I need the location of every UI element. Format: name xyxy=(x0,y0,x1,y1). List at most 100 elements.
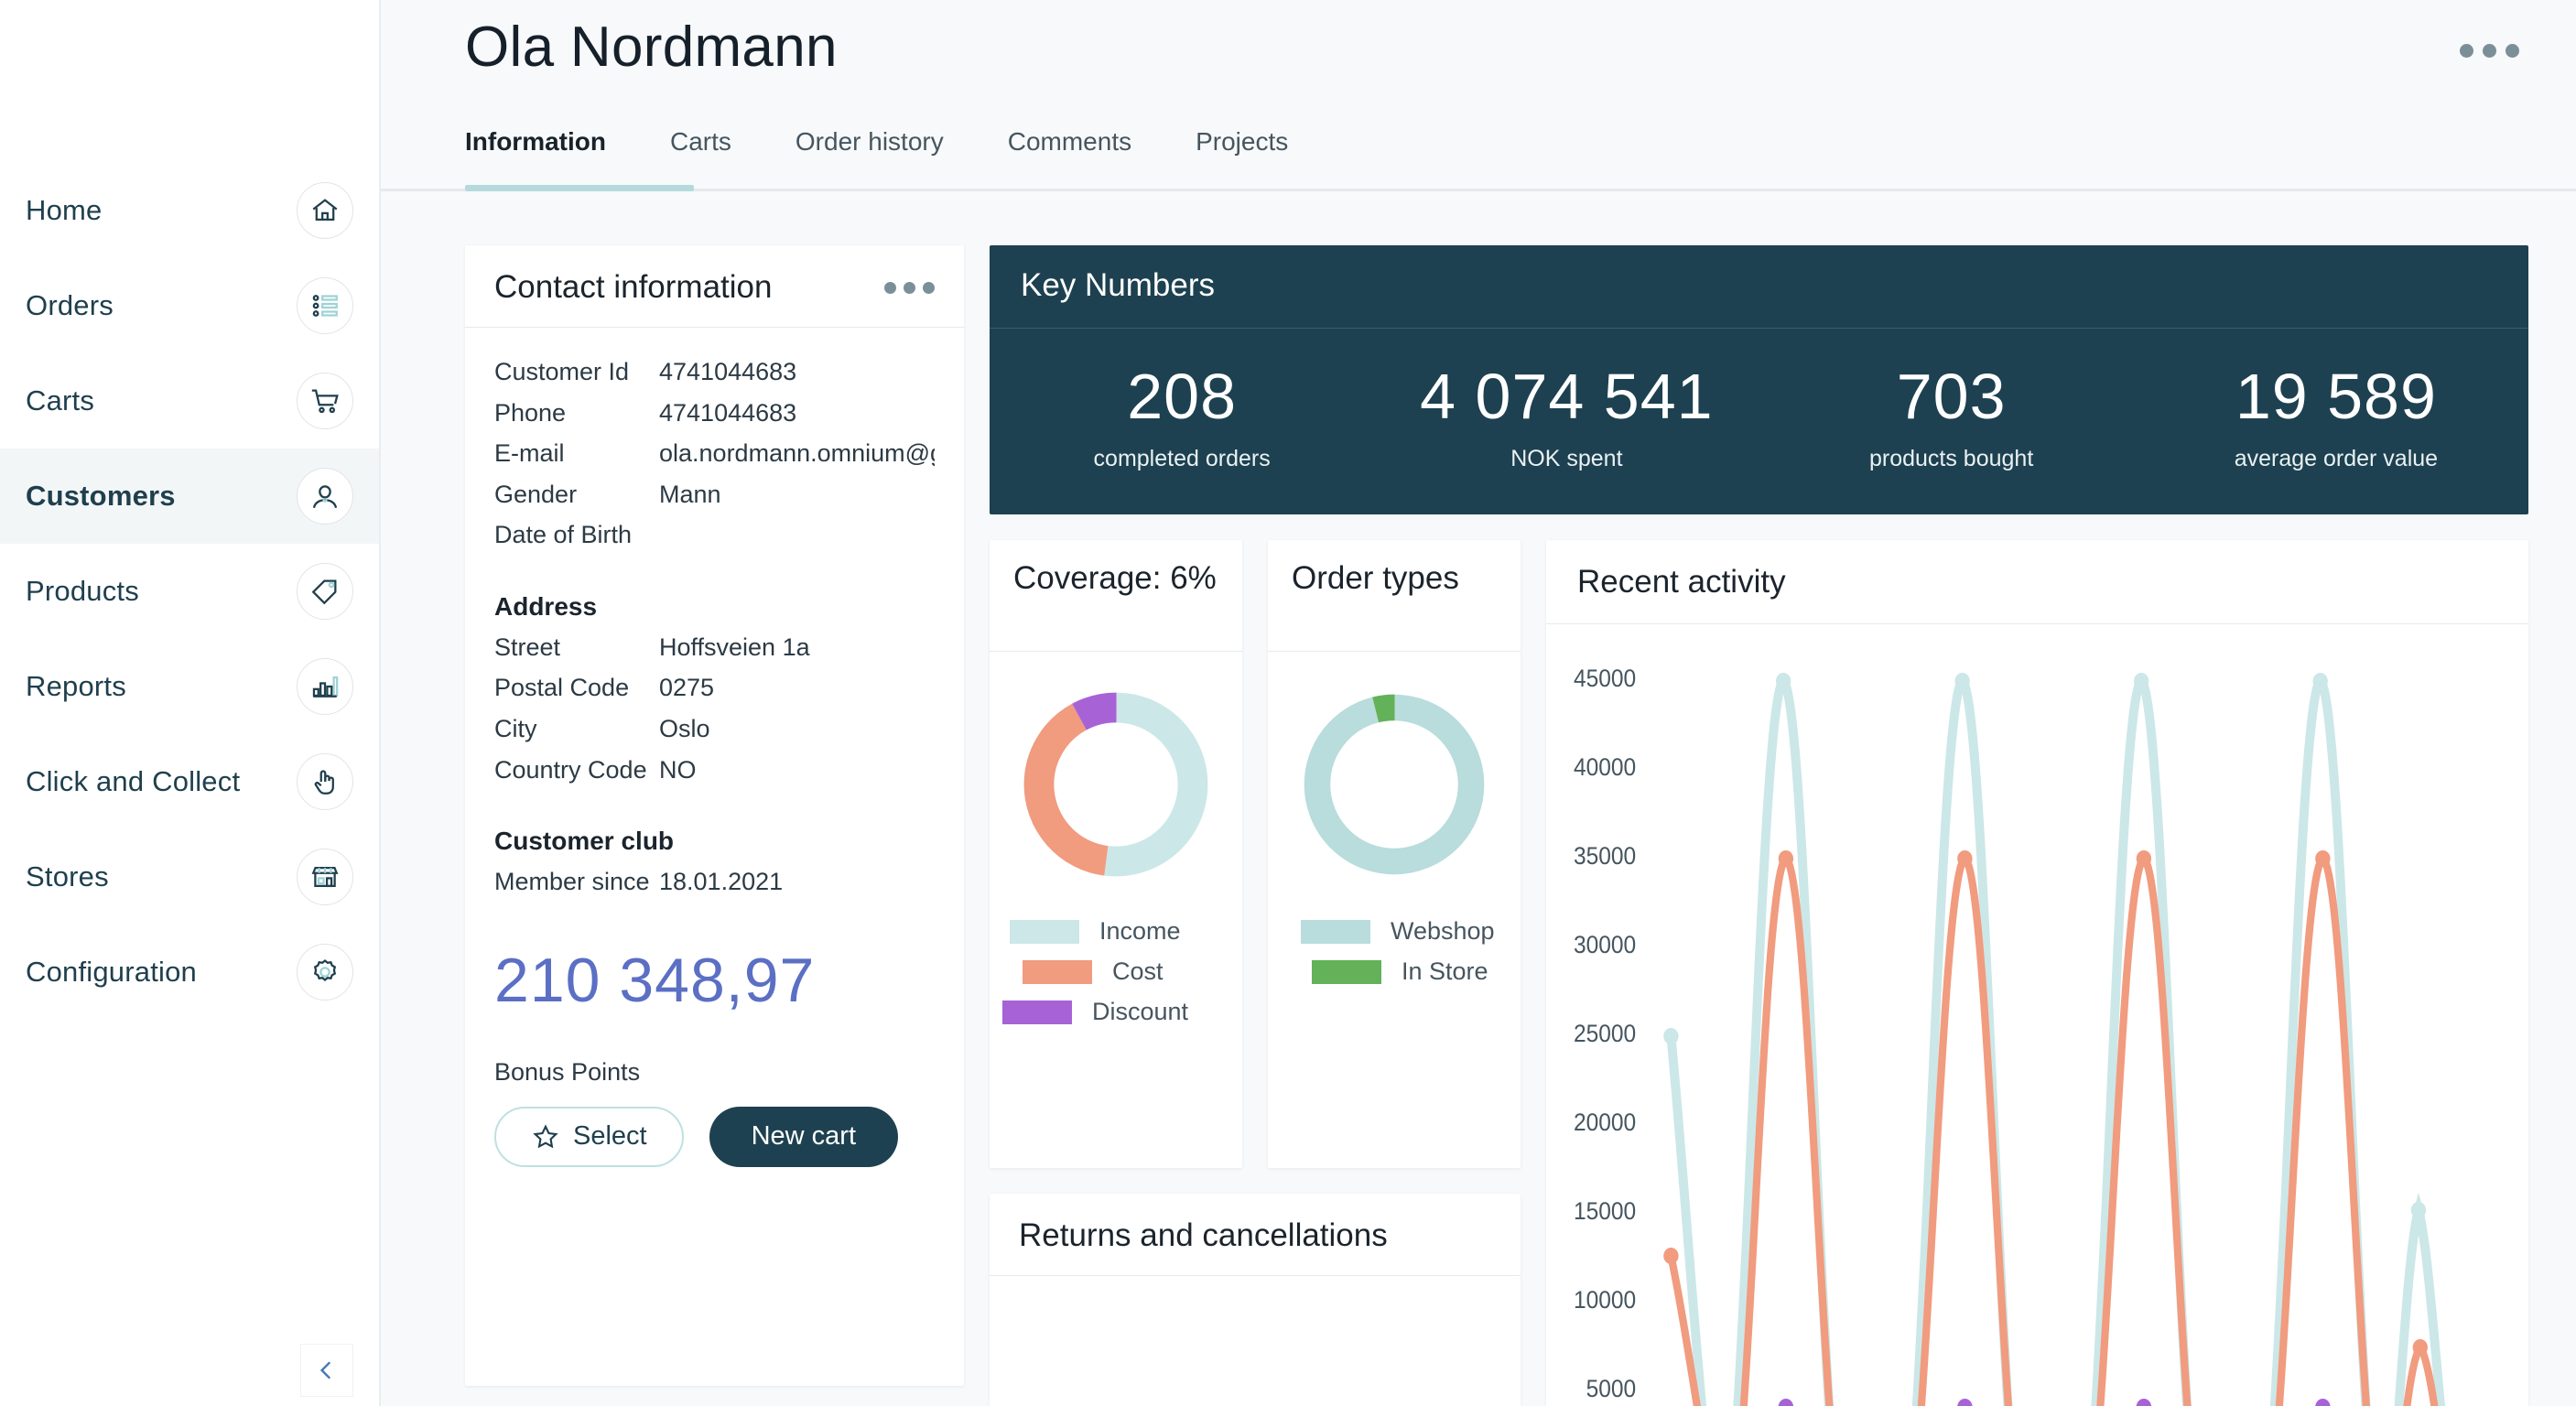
tab-comments[interactable]: Comments xyxy=(1008,118,1164,191)
legend-item-cost: Cost xyxy=(1010,957,1242,986)
sidebar-item-label: Carts xyxy=(26,384,95,416)
bonus-points-label: Bonus Points xyxy=(494,1057,641,1086)
legend-swatch xyxy=(1301,919,1370,944)
key-number-value: 703 xyxy=(1896,361,2007,432)
key-number-item: 19 589 average order value xyxy=(2144,360,2528,472)
ellipsis-icon xyxy=(2506,44,2519,58)
svg-text:20000: 20000 xyxy=(1574,1109,1636,1136)
contact-information-card: Contact information Customer Id 47410446… xyxy=(465,245,964,1386)
address-field-row: Country Code NO xyxy=(494,750,935,791)
field-label: Postal Code xyxy=(494,674,630,702)
tab-information[interactable]: Information xyxy=(465,118,639,191)
sidebar-item-carts[interactable]: Carts xyxy=(0,353,379,449)
order-types-card-header: Order types xyxy=(1268,540,1521,652)
tab-carts[interactable]: Carts xyxy=(670,118,764,191)
lower-dashboard-row: Coverage: 6% Income Cost Discount Order … xyxy=(990,540,2528,1406)
new-cart-button[interactable]: New cart xyxy=(709,1106,899,1167)
coverage-card-title: Coverage: 6% xyxy=(1013,560,1217,596)
field-value: 0275 xyxy=(659,674,715,702)
key-numbers-panel: Key Numbers 208 completed orders 4 074 5… xyxy=(990,245,2528,514)
sidebar-item-label: Stores xyxy=(26,860,109,892)
sidebar-item-home[interactable]: Home xyxy=(0,163,379,258)
sidebar-item-products[interactable]: Products xyxy=(0,544,379,639)
legend-label: In Store xyxy=(1402,957,1488,985)
tab-order-history[interactable]: Order history xyxy=(796,118,977,191)
sidebar-item-click-and-collect[interactable]: Click and Collect xyxy=(0,734,379,829)
club-field-row: Member since 18.01.2021 xyxy=(494,861,935,903)
key-number-label: completed orders xyxy=(1093,446,1271,471)
coverage-card-header: Coverage: 6% xyxy=(990,540,1242,652)
sidebar-item-reports[interactable]: Reports xyxy=(0,639,379,734)
address-field-row: City Oslo xyxy=(494,708,935,750)
legend-item-discount: Discount xyxy=(1002,998,1242,1026)
content-area: Contact information Customer Id 47410446… xyxy=(381,245,2576,1406)
contact-card-title: Contact information xyxy=(494,269,773,305)
sidebar-item-orders[interactable]: Orders xyxy=(0,258,379,353)
tag-icon xyxy=(297,563,353,620)
main-content: Ola Nordmann Information Carts Order his… xyxy=(381,0,2576,1406)
donut-and-returns-stack: Coverage: 6% Income Cost Discount Order … xyxy=(990,540,1521,1406)
field-label: Gender xyxy=(494,480,578,508)
recent-activity-title: Recent activity xyxy=(1577,564,1786,600)
contact-field-row: Gender Mann xyxy=(494,474,935,515)
tab-projects[interactable]: Projects xyxy=(1196,118,1321,191)
sidebar-item-customers[interactable]: Customers xyxy=(0,449,379,544)
key-numbers-body: 208 completed orders 4 074 541 NOK spent… xyxy=(990,329,2528,514)
svg-text:5000: 5000 xyxy=(1586,1376,1637,1402)
series-income xyxy=(1666,675,2446,1406)
legend-label: Discount xyxy=(1092,998,1189,1025)
svg-text:15000: 15000 xyxy=(1574,1198,1636,1225)
key-number-item: 4 074 541 NOK spent xyxy=(1374,360,1759,472)
ellipsis-icon xyxy=(2483,44,2496,58)
page-more-button[interactable] xyxy=(2460,44,2519,58)
field-label: Date of Birth xyxy=(494,521,633,549)
tab-bar: Information Carts Order history Comments… xyxy=(381,118,2576,191)
svg-text:30000: 30000 xyxy=(1574,932,1636,958)
contact-card-body: Customer Id 4741044683 Phone 4741044683 … xyxy=(465,328,964,1197)
svg-text:45000: 45000 xyxy=(1574,665,1636,692)
select-button-label: Select xyxy=(573,1121,647,1152)
user-icon xyxy=(297,468,353,525)
coverage-card: Coverage: 6% Income Cost Discount xyxy=(990,540,1242,1168)
legend-item-webshop: Webshop xyxy=(1301,917,1521,946)
field-value: Hoffsveien 1a xyxy=(659,633,810,661)
contact-field-row: Customer Id 4741044683 xyxy=(494,352,935,393)
sidebar-item-stores[interactable]: Stores xyxy=(0,829,379,925)
coverage-legend: Income Cost Discount xyxy=(990,886,1242,1038)
new-cart-button-label: New cart xyxy=(751,1121,857,1152)
contact-field-row: Phone 4741044683 xyxy=(494,393,935,434)
legend-label: Cost xyxy=(1112,957,1164,985)
contact-field-row: Date of Birth xyxy=(494,514,935,556)
field-label: E-mail xyxy=(494,439,565,468)
active-tab-indicator xyxy=(465,185,694,191)
sidebar-collapse-button[interactable] xyxy=(300,1344,353,1397)
field-value: NO xyxy=(659,755,697,784)
svg-text:25000: 25000 xyxy=(1574,1021,1636,1047)
select-button[interactable]: Select xyxy=(494,1106,684,1167)
key-numbers-title: Key Numbers xyxy=(990,245,2528,329)
key-number-value: 19 589 xyxy=(2235,361,2437,432)
ellipsis-icon xyxy=(923,282,935,294)
gear-icon xyxy=(297,944,353,1000)
legend-label: Income xyxy=(1099,917,1181,945)
sidebar-item-label: Reports xyxy=(26,670,126,702)
returns-card-header: Returns and cancellations xyxy=(990,1194,1521,1277)
bar-chart-icon xyxy=(297,658,353,715)
recent-activity-card: Recent activity 45000 40000 35000 30000 xyxy=(1546,540,2528,1406)
chevron-left-icon xyxy=(319,1361,331,1379)
order-types-legend: Webshop In Store xyxy=(1268,886,1521,998)
ellipsis-icon xyxy=(2460,44,2473,58)
svg-text:35000: 35000 xyxy=(1574,843,1636,870)
app-root: Home Orders Carts Customers Products Rep… xyxy=(0,0,2576,1406)
key-number-value: 4 074 541 xyxy=(1420,361,1714,432)
contact-more-button[interactable] xyxy=(884,269,935,294)
legend-swatch xyxy=(1002,1000,1072,1024)
legend-item-income: Income xyxy=(1010,917,1242,946)
bonus-points-value: 210 348,97 xyxy=(494,945,816,1015)
recent-activity-header: Recent activity xyxy=(1546,540,2528,625)
sidebar-item-configuration[interactable]: Configuration xyxy=(0,925,379,1020)
sidebar-item-label: Home xyxy=(26,194,103,226)
list-icon xyxy=(297,277,353,334)
svg-text:10000: 10000 xyxy=(1574,1287,1636,1314)
contact-actions: Select New cart xyxy=(494,1106,935,1198)
